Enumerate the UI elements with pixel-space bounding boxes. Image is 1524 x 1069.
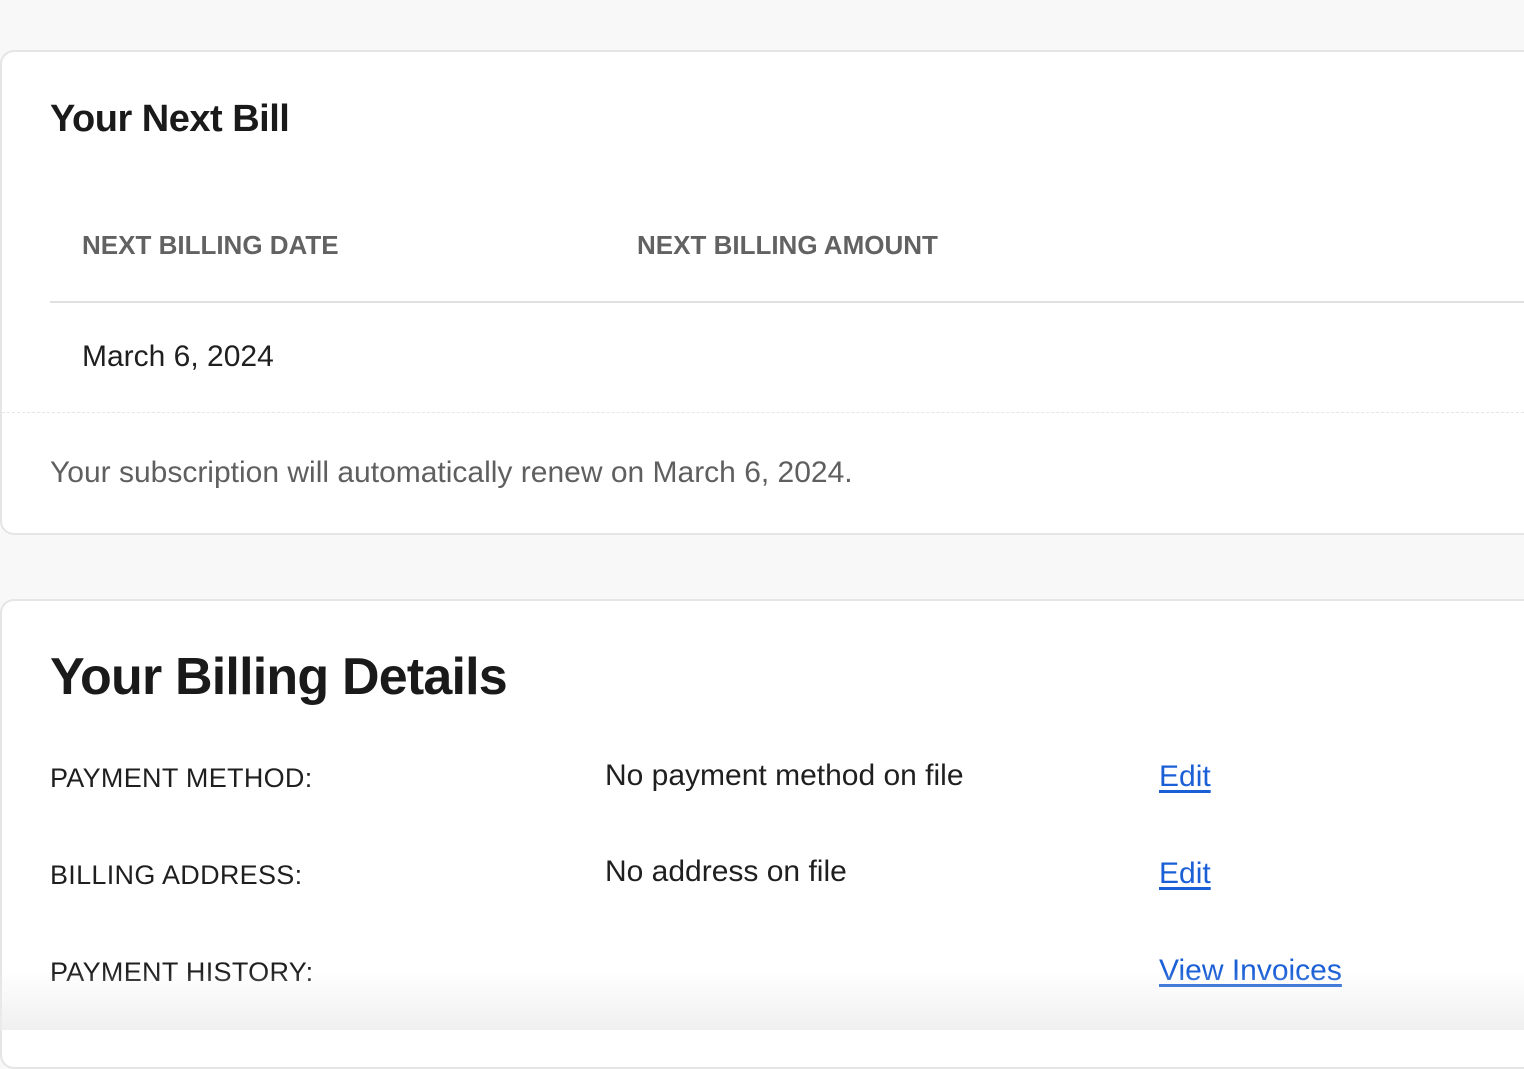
table-header-divider: [50, 301, 1524, 303]
billing-details-title: Your Billing Details: [50, 647, 507, 707]
billing-details-card: Your Billing Details PAYMENT METHOD: No …: [0, 599, 1524, 1069]
next-bill-title: Your Next Bill: [50, 98, 289, 141]
renewal-note: Your subscription will automatically ren…: [50, 456, 853, 490]
payment-history-label: PAYMENT HISTORY:: [50, 957, 313, 988]
edit-billing-address-link[interactable]: Edit: [1159, 857, 1211, 891]
table-row-divider: [2, 412, 1524, 413]
next-billing-date-header: NEXT BILLING DATE: [82, 230, 339, 261]
edit-payment-method-link[interactable]: Edit: [1159, 760, 1211, 794]
next-bill-card: Your Next Bill NEXT BILLING DATE NEXT BI…: [0, 50, 1524, 535]
billing-address-label: BILLING ADDRESS:: [50, 860, 302, 891]
billing-address-value: No address on file: [605, 855, 847, 889]
view-invoices-link[interactable]: View Invoices: [1159, 954, 1342, 988]
next-billing-amount-header: NEXT BILLING AMOUNT: [637, 230, 938, 261]
payment-method-value: No payment method on file: [605, 759, 964, 793]
next-billing-date-value: March 6, 2024: [82, 340, 274, 374]
payment-method-label: PAYMENT METHOD:: [50, 763, 313, 794]
